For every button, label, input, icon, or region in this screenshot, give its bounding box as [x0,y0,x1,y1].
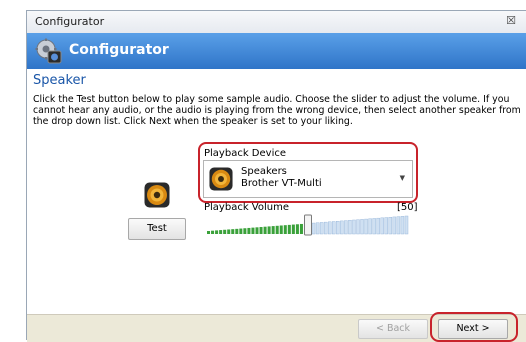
volume-tick [360,219,364,235]
playback-device-dropdown[interactable]: Speakers Brother VT-Multi ▼ [203,160,413,198]
volume-tick [352,219,356,235]
volume-tick [356,219,360,235]
page-heading: Speaker [33,73,86,88]
volume-tick [279,225,283,234]
volume-tick [319,222,324,235]
playback-volume-label: Playback Volume [204,202,289,213]
volume-tick [295,224,299,234]
volume-tick [271,226,275,234]
volume-tick [243,228,247,234]
volume-tick [291,224,295,234]
title-bar: Configurator ☒ [27,11,526,34]
volume-tick [315,222,320,235]
volume-tick [263,226,267,234]
volume-tick [299,223,303,234]
volume-tick [239,228,243,234]
volume-tick [227,229,231,234]
window-title: Configurator [35,15,105,28]
volume-tick [219,230,223,234]
volume-tick [336,220,340,235]
volume-tick [215,230,219,234]
volume-tick [332,221,336,235]
volume-tick [376,217,380,235]
volume-tick [231,229,235,234]
volume-tick [372,218,376,235]
volume-tick [400,216,405,235]
volume-tick [364,218,368,235]
volume-tick [327,221,332,235]
volume-tick [235,228,239,234]
volume-tick [287,224,291,234]
slider-thumb[interactable] [304,214,312,236]
footer-bar: < Back Next > [27,312,526,342]
back-button[interactable]: < Back [358,319,428,339]
volume-tick [384,217,388,235]
volume-tick [392,216,397,235]
volume-tick [368,218,372,235]
volume-tick [211,230,215,234]
content-panel: Speaker Click the Test button below to p… [27,69,526,314]
speaker-icon [209,167,233,191]
volume-tick [251,227,255,234]
volume-tick [311,222,316,235]
test-button[interactable]: Test [128,218,186,240]
volume-tick [267,226,271,234]
volume-tick [255,227,259,234]
close-icon[interactable]: ☒ [506,14,516,27]
volume-tick [396,216,401,235]
speaker-icon [144,182,170,208]
volume-tick [344,220,348,235]
volume-slider[interactable] [207,213,409,239]
volume-tick [380,217,384,235]
instructions-text: Click the Test button below to play some… [33,94,521,127]
device-name: Speakers [241,166,287,177]
volume-tick [259,227,263,234]
header-banner: Configurator [27,33,526,69]
volume-tick [223,229,227,234]
volume-tick [247,227,251,234]
configurator-gear-icon [35,38,62,64]
chevron-down-icon[interactable]: ▼ [400,174,405,182]
volume-tick [323,221,328,235]
banner-title: Configurator [69,42,169,58]
volume-tick [340,220,344,235]
volume-tick [348,220,352,235]
playback-volume-value: [50] [397,202,418,213]
volume-tick [207,231,211,234]
device-model: Brother VT-Multi [241,178,322,189]
volume-tick [275,225,279,234]
volume-tick [388,217,393,235]
playback-device-label: Playback Device [204,148,286,159]
next-highlight [430,312,518,342]
volume-tick [404,215,409,235]
configurator-window: Configurator ☒ Configurator Speaker Clic… [26,10,526,342]
volume-tick [283,225,287,234]
